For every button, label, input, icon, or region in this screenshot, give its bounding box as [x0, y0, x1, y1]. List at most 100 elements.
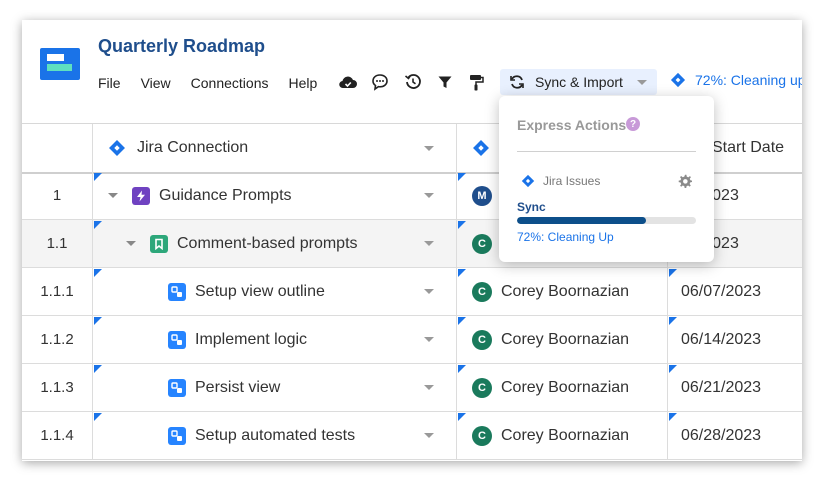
start-date-cell[interactable]: 06/14/2023: [667, 316, 802, 363]
bookmark-icon: [150, 234, 168, 253]
assignee-name: Corey Boornazian: [501, 282, 630, 300]
cell-marker: [94, 413, 102, 421]
start-date-value: 06/21/2023: [681, 378, 762, 396]
avatar: C: [472, 233, 492, 254]
avatar: M: [472, 185, 492, 206]
avatar: C: [472, 329, 492, 350]
menu-file[interactable]: File: [98, 75, 121, 91]
gear-icon[interactable]: [678, 174, 692, 193]
assignee-cell[interactable]: C Corey Boornazian: [456, 364, 668, 411]
table-row[interactable]: 1.1.2 Implement logic C Corey Boornazian 06/…: [22, 316, 802, 364]
cell-marker: [458, 221, 466, 229]
filter-icon[interactable]: [435, 72, 455, 92]
task-cell[interactable]: Comment-based prompts: [92, 220, 457, 267]
sync-status-text: 72%: Cleaning up: [695, 72, 802, 88]
cell-marker: [458, 413, 466, 421]
cell-dropdown-icon[interactable]: [424, 193, 434, 198]
task-name: Guidance Prompts: [159, 186, 292, 204]
history-icon[interactable]: [403, 72, 423, 92]
task-cell[interactable]: Implement logic: [92, 316, 457, 363]
table-row[interactable]: 1.1.4 Setup automated tests C Corey Boornaz…: [22, 412, 802, 460]
task-cell[interactable]: Guidance Prompts: [92, 172, 457, 219]
cell-marker: [94, 221, 102, 229]
jira-diamond-icon: [108, 139, 126, 157]
task-name: Setup view outline: [195, 282, 325, 300]
task-cell[interactable]: Setup automated tests: [92, 412, 457, 459]
cell-dropdown-icon[interactable]: [424, 289, 434, 294]
start-date-value: 06/28/2023: [681, 426, 762, 444]
sync-progress-bar: [517, 217, 696, 224]
cell-marker: [669, 413, 677, 421]
page-title[interactable]: Quarterly Roadmap: [98, 36, 265, 57]
row-number[interactable]: 1.1.3: [22, 364, 93, 411]
cell-marker: [94, 173, 102, 181]
cell-marker: [458, 173, 466, 181]
menu-help[interactable]: Help: [288, 75, 317, 91]
subtask-icon: [168, 378, 186, 397]
assignee-cell[interactable]: C Corey Boornazian: [456, 412, 668, 459]
row-number[interactable]: 1.1.1: [22, 268, 93, 315]
comment-icon[interactable]: [370, 72, 390, 92]
assignee-cell[interactable]: C Corey Boornazian: [456, 316, 668, 363]
menu-bar: File View Connections Help: [98, 72, 337, 94]
column-header-task-label: Jira Connection: [137, 139, 249, 156]
start-date-cell[interactable]: 06/28/2023: [667, 412, 802, 459]
jira-diamond-icon: [670, 72, 686, 88]
column-header-task[interactable]: Jira Connection: [92, 124, 457, 172]
subtask-icon: [168, 426, 186, 445]
table-row[interactable]: 1.1.3 Persist view C Corey Boornazian 06/21/…: [22, 364, 802, 412]
cell-dropdown-icon[interactable]: [424, 433, 434, 438]
assignee-name: Corey Boornazian: [501, 378, 630, 396]
subtask-icon: [168, 330, 186, 349]
sync-icon: [509, 74, 525, 90]
start-date-cell[interactable]: 06/21/2023: [667, 364, 802, 411]
cell-dropdown-icon[interactable]: [424, 241, 434, 246]
menu-connections[interactable]: Connections: [191, 75, 269, 91]
row-number[interactable]: 1.1.4: [22, 412, 93, 459]
cell-marker: [94, 269, 102, 277]
start-date-cell[interactable]: 06/07/2023: [667, 268, 802, 315]
avatar: C: [472, 281, 492, 302]
panel-divider: [517, 151, 696, 152]
chevron-down-icon: [637, 80, 647, 85]
jira-diamond-icon: [521, 174, 535, 188]
cell-marker: [669, 269, 677, 277]
row-number[interactable]: 1.1.2: [22, 316, 93, 363]
sync-status-link[interactable]: 72%: Cleaning up: [670, 72, 802, 88]
cell-marker: [458, 269, 466, 277]
paint-roller-icon[interactable]: [466, 72, 486, 92]
menu-view[interactable]: View: [141, 75, 171, 91]
table-row[interactable]: 1.1.1 Setup view outline C Corey Boornazian…: [22, 268, 802, 316]
sync-progress-label: Sync: [517, 200, 546, 214]
assignee-cell[interactable]: C Corey Boornazian: [456, 268, 668, 315]
row-number-header: [22, 124, 93, 172]
row-number[interactable]: 1.1: [22, 220, 93, 267]
app-logo: [40, 48, 80, 80]
cell-dropdown-icon[interactable]: [424, 337, 434, 342]
express-actions-title: Express Actions: [517, 117, 627, 133]
column-header-start-date-label: Start Date: [712, 139, 785, 156]
cell-dropdown-icon[interactable]: [424, 385, 434, 390]
jira-diamond-icon: [472, 139, 490, 157]
sync-import-button[interactable]: Sync & Import: [500, 69, 657, 95]
task-name: Setup automated tests: [195, 426, 356, 444]
jira-issues-label: Jira Issues: [543, 174, 601, 188]
expand-caret-icon[interactable]: [126, 241, 136, 246]
task-cell[interactable]: Setup view outline: [92, 268, 457, 315]
express-actions-panel: Express Actions ? Jira Issues Sync 72%: …: [499, 96, 714, 262]
sync-progress-status: 72%: Cleaning Up: [517, 230, 614, 244]
row-number[interactable]: 1: [22, 172, 93, 219]
jira-issues-source: Jira Issues: [521, 174, 600, 188]
sync-import-label: Sync & Import: [535, 74, 623, 90]
task-name: Implement logic: [195, 330, 308, 348]
expand-caret-icon[interactable]: [108, 193, 118, 198]
app-window: Quarterly Roadmap File View Connections …: [22, 20, 802, 461]
help-icon[interactable]: ?: [626, 117, 640, 131]
column-menu-icon[interactable]: [424, 146, 434, 151]
cloud-icon[interactable]: [338, 72, 358, 92]
start-date-value: 06/07/2023: [681, 282, 762, 300]
lightning-icon: [132, 186, 150, 205]
task-cell[interactable]: Persist view: [92, 364, 457, 411]
cell-marker: [94, 365, 102, 373]
assignee-name: Corey Boornazian: [501, 330, 630, 348]
